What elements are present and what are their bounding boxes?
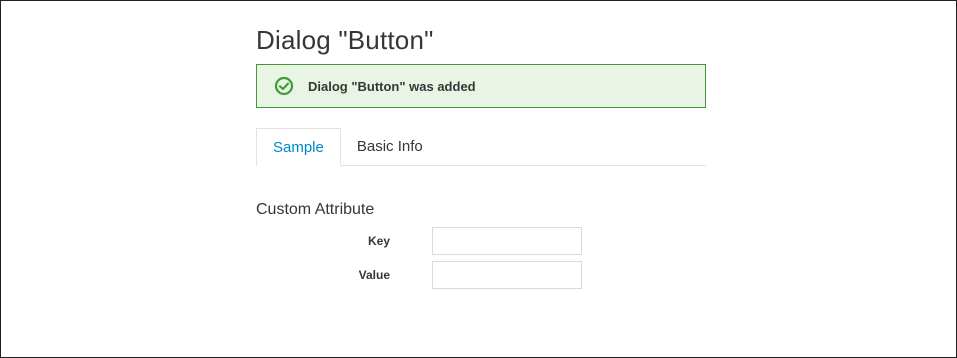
tab-bar: Sample Basic Info xyxy=(256,128,706,166)
form-row-key: Key xyxy=(256,227,706,255)
tab-basic-info[interactable]: Basic Info xyxy=(341,128,439,165)
check-circle-icon xyxy=(274,76,294,96)
tab-sample[interactable]: Sample xyxy=(256,128,341,166)
alert-message: Dialog "Button" was added xyxy=(308,78,476,94)
page-title: Dialog "Button" xyxy=(256,25,434,55)
form-row-value: Value xyxy=(256,261,706,289)
success-alert: Dialog "Button" was added xyxy=(256,64,706,108)
value-input[interactable] xyxy=(432,261,582,289)
main-content: Dialog "Button" Dialog "Button" was adde… xyxy=(256,24,706,289)
key-label: Key xyxy=(367,234,390,248)
section-title: Custom Attribute xyxy=(256,201,375,218)
value-label: Value xyxy=(358,268,390,282)
key-input[interactable] xyxy=(432,227,582,255)
